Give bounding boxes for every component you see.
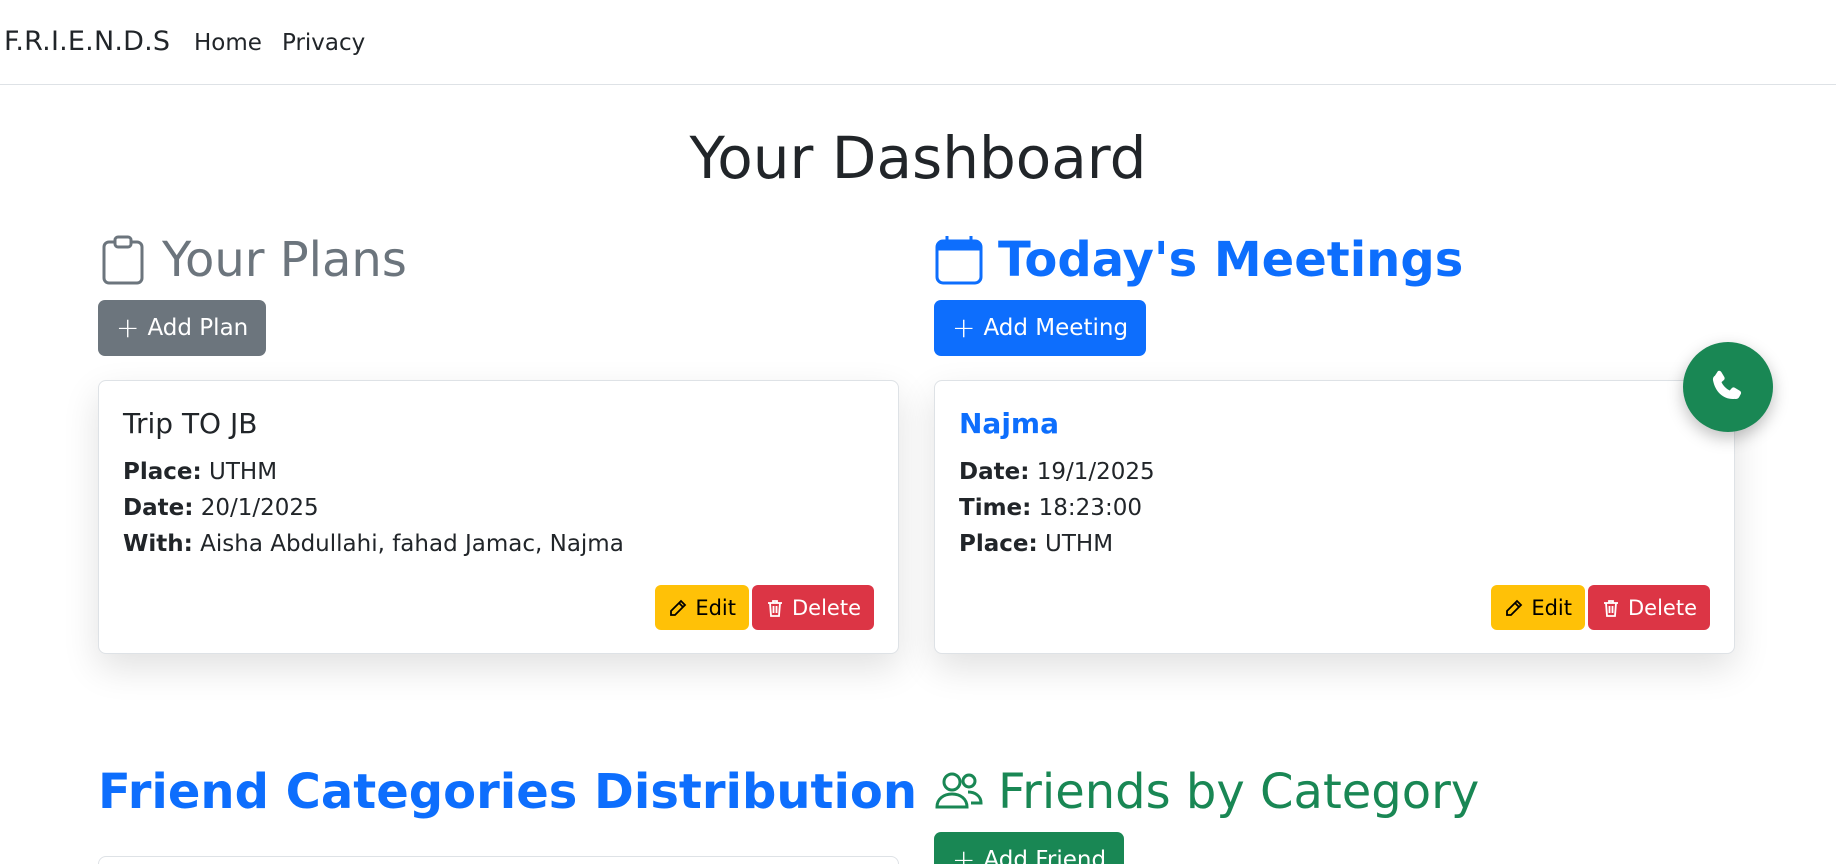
pencil-icon [670,599,687,616]
edit-meeting-button[interactable]: Edit [1491,585,1585,630]
edit-label: Edit [695,595,736,620]
delete-meeting-button[interactable]: Delete [1588,585,1710,630]
plus-icon: + [952,311,976,344]
trash-icon [768,599,782,617]
people-icon [934,767,984,817]
plans-heading-text: Your Plans [162,232,407,288]
meeting-card: Najma Date: 19/1/2025 Time: 18:23:00 Pla… [934,380,1735,654]
meeting-place-value: UTHM [1045,531,1114,557]
edit-plan-button[interactable]: Edit [655,585,749,630]
friends-heading: Friends by Category [934,764,1479,820]
plan-place-label: Place: [123,459,202,485]
clipboard-icon [98,235,148,285]
distribution-card [98,856,899,864]
add-meeting-label: Add Meeting [983,315,1129,341]
meeting-title: Najma [959,407,1059,440]
calendar-icon [934,235,984,285]
call-fab-button[interactable] [1683,342,1773,432]
plan-place: Place: UTHM [123,459,277,485]
meeting-date-label: Date: [959,459,1030,485]
navbar-brand[interactable]: F.R.I.E.N.D.S [4,26,170,57]
add-plan-label: Add Plan [147,315,249,341]
edit-label: Edit [1531,595,1572,620]
plan-date-label: Date: [123,495,194,521]
meeting-place: Place: UTHM [959,531,1113,557]
plan-with-value: Aisha Abdullahi, fahad Jamac, Najma [200,531,624,557]
add-friend-button[interactable]: + Add Friend [934,832,1125,864]
meeting-date: Date: 19/1/2025 [959,459,1155,485]
distribution-heading-text: Friend Categories Distribution [98,764,918,820]
meetings-heading: Today's Meetings [934,232,1463,288]
plan-card: Trip TO JB Place: UTHM Date: 20/1/2025 W… [98,380,899,654]
add-plan-button[interactable]: + Add Plan [98,300,267,356]
page-title: Your Dashboard [689,124,1147,192]
pencil-icon [1506,599,1523,616]
plan-date-value: 20/1/2025 [200,495,319,521]
plan-with-label: With: [123,531,193,557]
trash-icon [1604,599,1618,617]
friends-heading-text: Friends by Category [998,764,1480,820]
plans-heading: Your Plans [98,232,407,288]
add-meeting-button[interactable]: + Add Meeting [934,300,1147,356]
meeting-date-value: 19/1/2025 [1036,459,1155,485]
nav-link-home[interactable]: Home [194,30,262,56]
plan-place-value: UTHM [209,459,278,485]
meeting-time: Time: 18:23:00 [959,495,1142,521]
plus-icon: + [116,311,140,344]
delete-label: Delete [792,595,861,620]
plan-title: Trip TO JB [123,407,258,440]
phone-icon [1712,370,1742,400]
delete-label: Delete [1628,595,1697,620]
meeting-time-value: 18:23:00 [1038,495,1142,521]
add-friend-label: Add Friend [983,847,1107,864]
nav-link-privacy[interactable]: Privacy [282,30,365,56]
navbar: F.R.I.E.N.D.S Home Privacy [0,0,1836,85]
meeting-time-label: Time: [959,495,1032,521]
plan-date: Date: 20/1/2025 [123,495,319,521]
meeting-place-label: Place: [959,531,1038,557]
delete-plan-button[interactable]: Delete [752,585,874,630]
meetings-heading-text: Today's Meetings [998,232,1464,288]
distribution-heading: Friend Categories Distribution [98,764,917,820]
plan-with: With: Aisha Abdullahi, fahad Jamac, Najm… [123,531,624,557]
plus-icon: + [952,843,976,864]
